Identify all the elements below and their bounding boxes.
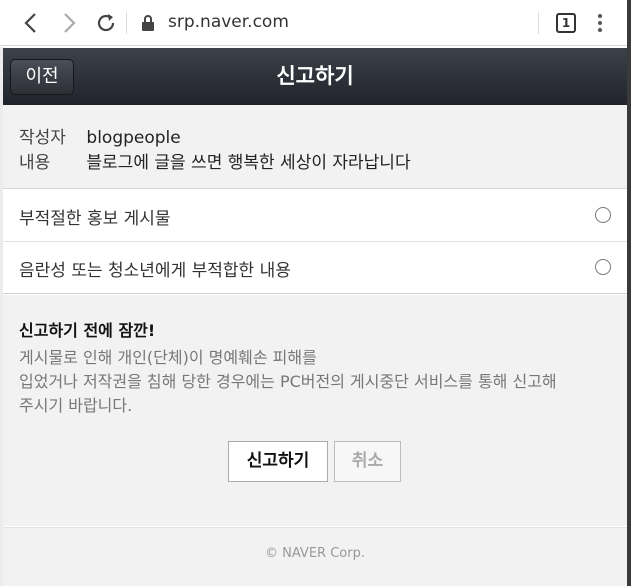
content-value: 블로그에 글을 쓰면 행복한 세상이 자라납니다 (86, 153, 411, 173)
notice-line: 입었거나 저작권을 침해 당한 경우에는 PC버전의 게시중단 서비스를 통해 … (19, 372, 557, 391)
more-menu-icon[interactable] (592, 12, 608, 34)
page-header: 신고하기 이전 (3, 48, 627, 105)
tab-switcher-button[interactable]: 1 (556, 13, 576, 33)
notice-line: 주시기 바랍니다. (19, 396, 133, 415)
right-edge (627, 0, 631, 586)
content-row: 내용 블로그에 글을 쓰면 행복한 세상이 자라납니다 (19, 148, 411, 173)
author-value: blogpeople (86, 128, 181, 148)
copyright-text: © NAVER Corp. (265, 546, 365, 561)
post-info: 작성자 blogpeople 내용 블로그에 글을 쓰면 행복한 세상이 자라납… (3, 105, 627, 189)
reload-icon[interactable] (92, 9, 120, 37)
back-button[interactable]: 이전 (10, 59, 74, 95)
radio-button[interactable] (595, 207, 611, 223)
report-button[interactable]: 신고하기 (228, 441, 328, 482)
forward-arrow-icon[interactable] (54, 9, 82, 37)
report-reason-option[interactable]: 음란성 또는 청소년에게 부적합한 내용 (3, 242, 627, 294)
address-bar[interactable]: srp.naver.com (168, 12, 289, 32)
toolbar-divider (126, 12, 127, 34)
notice-section: 신고하기 전에 잠깐! 게시물로 인해 개인(단체)이 명예훼손 피해를 입었거… (3, 295, 627, 526)
browser-toolbar: srp.naver.com 1 (0, 0, 631, 46)
option-label: 부적절한 홍보 게시물 (19, 209, 171, 229)
back-arrow-icon[interactable] (18, 9, 46, 37)
cancel-button[interactable]: 취소 (334, 441, 401, 482)
page-title: 신고하기 (276, 64, 354, 88)
report-reason-option[interactable]: 부적절한 홍보 게시물 (3, 190, 627, 242)
radio-button[interactable] (595, 259, 611, 275)
notice-line: 게시물로 인해 개인(단체)이 명예훼손 피해를 (19, 348, 317, 367)
notice-body: 게시물로 인해 개인(단체)이 명예훼손 피해를 입었거나 저작권을 침해 당한… (19, 346, 619, 418)
footer: © NAVER Corp. (3, 527, 627, 586)
toolbar-divider (538, 12, 539, 34)
option-label: 음란성 또는 청소년에게 부적합한 내용 (19, 261, 291, 281)
content-label: 내용 (19, 153, 51, 173)
author-row: 작성자 blogpeople (19, 123, 181, 148)
notice-title: 신고하기 전에 잠깐! (19, 321, 156, 340)
lock-icon[interactable] (140, 14, 156, 32)
author-label: 작성자 (19, 128, 66, 148)
